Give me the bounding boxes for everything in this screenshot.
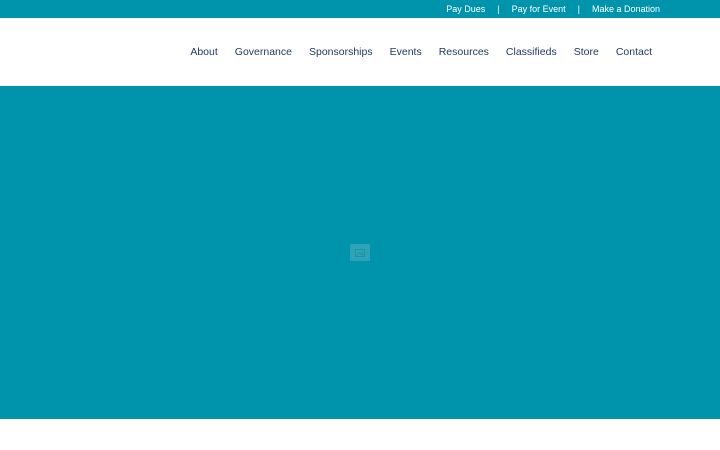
nav-item-classifieds[interactable]: Classifieds (506, 46, 557, 58)
pay-dues-link[interactable]: Pay Dues (446, 4, 485, 14)
nav-item-about[interactable]: About (190, 46, 217, 58)
image-placeholder-icon (350, 244, 370, 261)
nav-item-store[interactable]: Store (574, 46, 599, 58)
nav-item-events[interactable]: Events (390, 46, 422, 58)
utility-links: Pay Dues | Pay for Event | Make a Donati… (446, 0, 660, 18)
main-nav: About Governance Sponsorships Events Res… (190, 18, 652, 86)
utility-separator: | (577, 4, 580, 14)
make-a-donation-link[interactable]: Make a Donation (592, 4, 660, 14)
site-header: About Governance Sponsorships Events Res… (0, 18, 720, 86)
hero-banner (0, 86, 720, 419)
utility-separator: | (497, 4, 500, 14)
page-body-start (0, 419, 720, 450)
nav-item-contact[interactable]: Contact (616, 46, 652, 58)
nav-item-governance[interactable]: Governance (235, 46, 292, 58)
utility-bar: Pay Dues | Pay for Event | Make a Donati… (0, 0, 720, 18)
nav-item-resources[interactable]: Resources (439, 46, 489, 58)
pay-for-event-link[interactable]: Pay for Event (512, 4, 566, 14)
nav-item-sponsorships[interactable]: Sponsorships (309, 46, 373, 58)
